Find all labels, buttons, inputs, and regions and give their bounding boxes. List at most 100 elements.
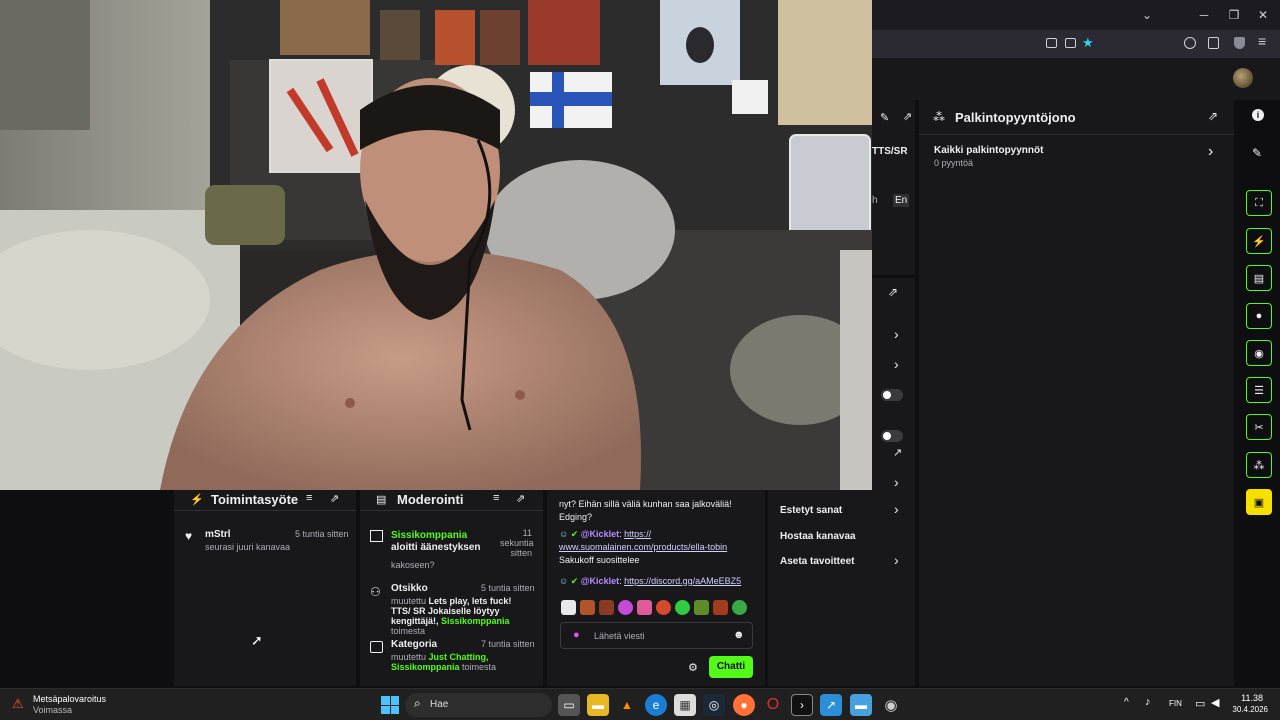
vlc-icon[interactable]: ▲ <box>616 694 638 716</box>
task-view-icon[interactable]: ▭ <box>558 694 580 716</box>
tab-list-dropdown[interactable]: ⌄ <box>1138 0 1156 30</box>
shield-icon[interactable] <box>1234 37 1245 49</box>
emote-icon[interactable] <box>713 600 728 615</box>
rail-document-button[interactable]: ▤ <box>1246 265 1272 291</box>
emote-icon[interactable] <box>580 600 595 615</box>
opera-icon[interactable]: O <box>762 694 784 716</box>
chevron-right-icon[interactable]: › <box>894 552 899 568</box>
language-indicator[interactable]: FIN <box>1169 699 1182 708</box>
picture-in-picture-icon[interactable] <box>1046 38 1057 48</box>
chevron-right-icon[interactable]: › <box>894 501 899 517</box>
tray-chevron-icon[interactable]: ^ <box>1124 697 1129 708</box>
minimize-button[interactable]: ─ <box>1195 0 1213 30</box>
chat-username[interactable]: @Kicklet <box>581 576 619 586</box>
menu-item-label[interactable]: Aseta tavoitteet <box>780 556 854 567</box>
rail-clip-button[interactable]: ▣ <box>1246 489 1272 515</box>
extensions-icon[interactable] <box>1208 37 1219 49</box>
popout-icon[interactable]: ⇗ <box>516 492 525 505</box>
channel-tools-panel: Estetyt sanat › Hostaa kanavaa Aseta tav… <box>768 490 915 686</box>
chevron-right-icon[interactable]: › <box>894 326 899 342</box>
partial-panel-top: ✎ ⇗ TTS/SR h En <box>872 100 915 275</box>
mic-tray-icon[interactable]: ♪ <box>1145 696 1151 708</box>
network-icon[interactable]: ▭ <box>1195 697 1205 710</box>
bookmark-star-icon[interactable]: ★ <box>1082 35 1094 51</box>
popout-icon[interactable]: ⇗ <box>888 285 898 299</box>
category-icon <box>370 641 383 653</box>
info-icon[interactable]: i <box>1252 109 1264 121</box>
notification-title[interactable]: Metsäpalovaroitus <box>33 694 106 704</box>
reader-view-icon[interactable] <box>1065 38 1076 48</box>
toggle-switch[interactable] <box>881 389 903 401</box>
activity-feed-title: Toimintasyöte <box>211 492 299 507</box>
reward-queue-item[interactable]: Kaikki palkintopyynnöt 0 pyyntöä › <box>919 140 1234 176</box>
chart-icon[interactable]: ↗ <box>893 446 902 459</box>
filter-icon[interactable]: ≡ <box>306 492 312 504</box>
clock-date[interactable]: 30.4.2026 <box>1228 705 1268 714</box>
chat-link[interactable]: https://discord.gg/aAMeEBZ5 <box>624 576 741 586</box>
notification-subtitle: Voimassa <box>33 705 73 715</box>
emote-icon[interactable] <box>599 600 614 615</box>
taskbar-search[interactable]: ⌕ Hae <box>405 693 552 717</box>
start-button[interactable] <box>381 696 399 714</box>
emote-icon[interactable] <box>561 600 576 615</box>
rail-wrench-button[interactable]: ✂ <box>1246 414 1272 440</box>
rail-lightning-button[interactable]: ⚡ <box>1246 228 1272 254</box>
lang-en-button[interactable]: En <box>893 194 910 207</box>
activity-user[interactable]: mStrl <box>205 529 231 540</box>
emote-icon[interactable] <box>618 600 633 615</box>
emote-icon[interactable] <box>675 600 690 615</box>
filter-icon[interactable]: ≡ <box>493 492 499 504</box>
account-icon[interactable] <box>1184 37 1196 49</box>
moderation-time: 11 sekuntia sitten <box>500 528 534 558</box>
emote-icon[interactable] <box>656 600 671 615</box>
menu-item-label[interactable]: Estetyt sanat <box>780 505 842 516</box>
emoji-icon[interactable]: ☻ <box>733 629 745 641</box>
settings-gear-icon[interactable]: ⚙ <box>688 661 698 674</box>
close-button[interactable]: ✕ <box>1254 0 1272 30</box>
popout-icon[interactable]: ⇗ <box>330 492 339 505</box>
rail-rewards-button[interactable]: ⁂ <box>1246 452 1272 478</box>
chevron-right-icon[interactable]: › <box>894 474 899 490</box>
send-chat-button[interactable]: Chatti <box>709 656 753 678</box>
clock-time[interactable]: 11.38 <box>1233 693 1263 703</box>
store-icon[interactable]: ▦ <box>674 694 696 716</box>
obs-icon[interactable]: ◉ <box>880 694 902 716</box>
moderation-item: Kategoria 7 tuntia sitten muutettu Just … <box>360 638 543 678</box>
emote-icon[interactable] <box>732 600 747 615</box>
popout-icon[interactable]: ⇗ <box>903 110 912 123</box>
moderation-user[interactable]: Sissikomppania <box>391 530 467 541</box>
emote-icon[interactable] <box>637 600 652 615</box>
lang-h-button[interactable]: h <box>872 195 878 206</box>
maximize-button[interactable]: ❐ <box>1225 0 1243 30</box>
popout-icon[interactable]: ⇗ <box>1208 109 1218 123</box>
search-placeholder: Hae <box>430 699 449 710</box>
menu-icon[interactable]: ≡ <box>1258 33 1266 49</box>
mic-icon[interactable]: ● <box>573 629 580 641</box>
moderation-action: aloitti äänestyksen <box>391 542 481 553</box>
menu-item-label[interactable]: Hostaa kanavaa <box>780 531 856 542</box>
rail-chat-button[interactable]: ● <box>1246 303 1272 329</box>
steam-icon[interactable]: ◎ <box>703 694 725 716</box>
file-explorer-icon[interactable]: ▬ <box>587 694 609 716</box>
chevron-right-icon[interactable]: › <box>894 356 899 372</box>
toggle-switch[interactable] <box>881 430 903 442</box>
person-icon: ⚇ <box>370 585 381 599</box>
emote-icon[interactable] <box>694 600 709 615</box>
firefox-icon[interactable]: ● <box>733 694 755 716</box>
rail-broadcast-button[interactable]: ◉ <box>1246 340 1272 366</box>
stream-video[interactable] <box>0 0 872 490</box>
app-icon[interactable]: ▬ <box>850 694 872 716</box>
app-icon[interactable]: ↗ <box>820 694 842 716</box>
edit-icon[interactable]: ✎ <box>880 111 889 124</box>
chat-input[interactable]: ● Lähetä viesti ☻ <box>560 622 753 649</box>
rail-list-button[interactable]: ☰ <box>1246 377 1272 403</box>
edge-icon[interactable]: e <box>645 694 667 716</box>
user-avatar[interactable] <box>1233 68 1253 88</box>
rail-crop-button[interactable]: ⛶ <box>1246 190 1272 216</box>
terminal-icon[interactable]: › <box>791 694 813 716</box>
volume-icon[interactable]: ◀ <box>1211 696 1219 709</box>
edit-icon[interactable]: ✎ <box>1252 146 1262 160</box>
moderation-change: muutettu Just Chatting, Sissikomppania t… <box>391 652 497 672</box>
chat-username[interactable]: @Kicklet <box>581 529 619 539</box>
moderation-detail: kakoseen? <box>391 560 435 570</box>
